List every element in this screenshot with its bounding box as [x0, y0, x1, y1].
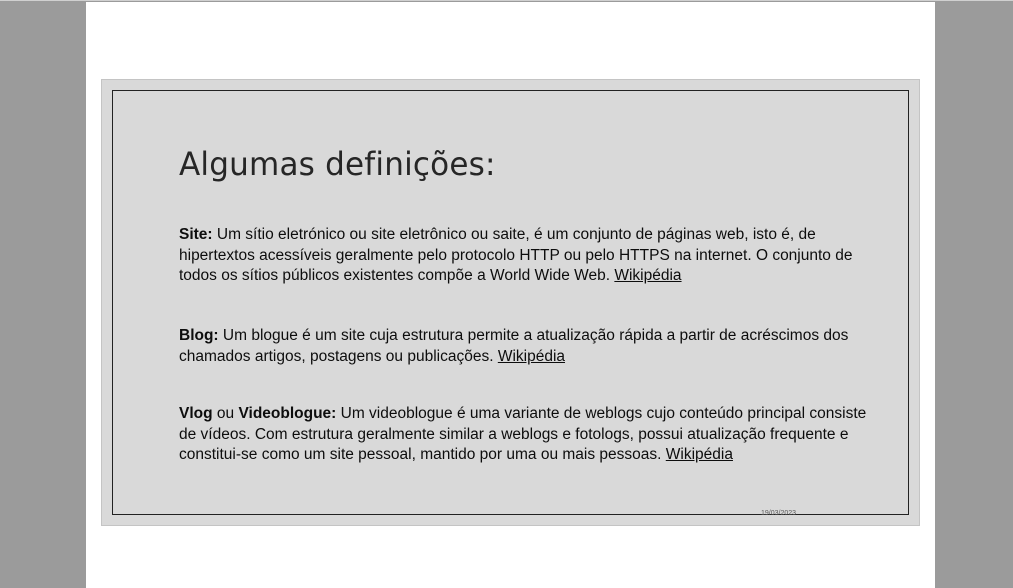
window-top-edge — [0, 0, 1013, 1]
wikipedia-link[interactable]: Wikipédia — [666, 446, 733, 463]
slide-date: 19/03/2023 — [761, 510, 797, 517]
definition-term: Site: — [179, 226, 213, 243]
definition-text: Um sítio eletrónico ou site eletrônico o… — [179, 226, 853, 284]
slide: Algumas definições: Site: Um sítio eletr… — [101, 79, 920, 526]
definition-term: Blog: — [179, 327, 219, 344]
definition-connector: ou — [212, 405, 239, 422]
definition-blog: Blog: Um blogue é um site cuja estrutura… — [179, 326, 879, 367]
definition-site: Site: Um sítio eletrónico ou site eletrô… — [179, 225, 879, 287]
definition-term-secondary: Videoblogue: — [238, 405, 337, 422]
slide-frame: Algumas definições: Site: Um sítio eletr… — [112, 90, 909, 517]
wikipedia-link[interactable]: Wikipédia — [498, 348, 565, 365]
definition-term: Vlog — [179, 405, 213, 422]
slide-title: Algumas definições: — [179, 145, 496, 183]
definition-vlog: Vlog ou Videoblogue: Um videoblogue é um… — [179, 404, 879, 466]
wikipedia-link[interactable]: Wikipédia — [614, 267, 681, 284]
